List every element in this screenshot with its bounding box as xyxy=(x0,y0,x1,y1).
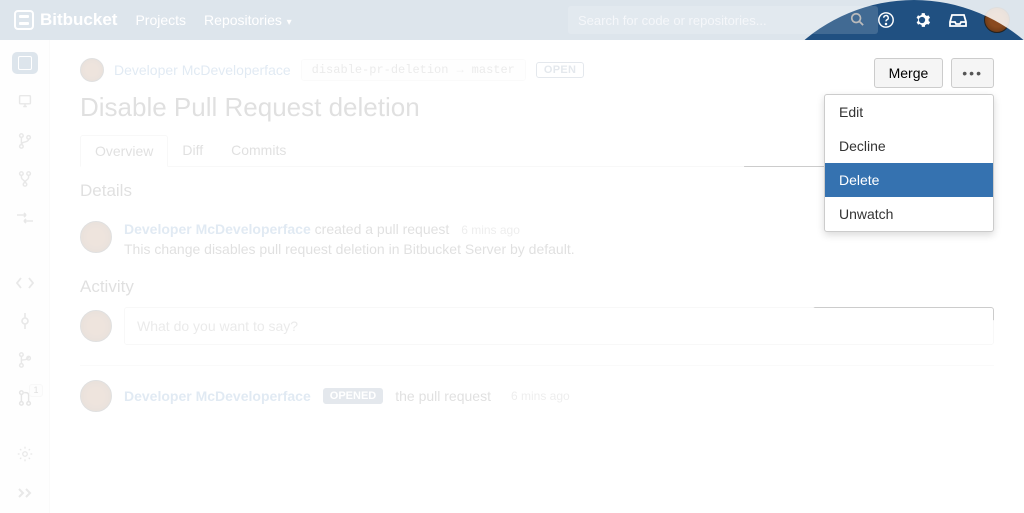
tab-overview[interactable]: Overview xyxy=(80,135,168,167)
search-icon[interactable] xyxy=(850,12,864,29)
target-branch: master xyxy=(472,63,515,77)
menu-item-edit[interactable]: Edit xyxy=(825,95,993,129)
menu-item-decline[interactable]: Decline xyxy=(825,129,993,163)
details-time: 6 mins ago xyxy=(461,223,520,237)
details-action-text: created a pull request xyxy=(315,221,450,237)
tab-commits[interactable]: Commits xyxy=(217,135,300,166)
comment-input[interactable] xyxy=(124,307,994,345)
menu-item-delete[interactable]: Delete xyxy=(825,163,993,197)
sidebar-commits-icon[interactable] xyxy=(13,311,37,331)
source-branch: disable-pr-deletion xyxy=(312,63,449,77)
app-logo[interactable]: Bitbucket xyxy=(14,10,117,30)
sidebar: 1 xyxy=(0,40,50,513)
menu-item-unwatch[interactable]: Unwatch xyxy=(825,197,993,231)
merge-button[interactable]: Merge xyxy=(874,58,944,88)
gear-icon[interactable] xyxy=(912,10,932,30)
activity-heading: Activity xyxy=(80,277,994,297)
nav-repositories[interactable]: Repositories ▾ xyxy=(204,12,292,28)
more-actions-menu: Edit Decline Delete Unwatch xyxy=(824,94,994,232)
comment-avatar xyxy=(80,310,112,342)
brand-text: Bitbucket xyxy=(40,10,117,30)
status-badge: OPEN xyxy=(536,62,584,78)
sidebar-compare-icon[interactable] xyxy=(13,207,37,227)
activity-time: 6 mins ago xyxy=(511,389,570,403)
tray-icon[interactable] xyxy=(948,10,968,30)
sidebar-repo-icon[interactable] xyxy=(12,52,38,74)
more-actions-button[interactable]: ••• xyxy=(951,58,994,88)
details-avatar xyxy=(80,221,112,253)
sidebar-pullrequests-icon[interactable]: 1 xyxy=(13,388,37,408)
activity-author-link[interactable]: Developer McDeveloperface xyxy=(124,388,311,404)
bitbucket-icon xyxy=(14,10,34,30)
chevron-down-icon: ▾ xyxy=(284,17,292,28)
arrow-right-icon: → xyxy=(456,63,463,77)
sidebar-branch-icon[interactable] xyxy=(13,131,37,151)
activity-avatar xyxy=(80,380,112,412)
activity-suffix: the pull request xyxy=(395,388,491,404)
pr-count-badge: 1 xyxy=(29,384,42,397)
details-author-link[interactable]: Developer McDeveloperface xyxy=(124,221,311,237)
sidebar-branches-icon[interactable] xyxy=(13,349,37,369)
author-avatar xyxy=(80,58,104,82)
tab-diff[interactable]: Diff xyxy=(168,135,217,166)
author-link[interactable]: Developer McDeveloperface xyxy=(114,62,291,78)
opened-lozenge: OPENED xyxy=(323,388,383,404)
sidebar-clone-icon[interactable] xyxy=(13,92,37,112)
help-icon[interactable] xyxy=(876,10,896,30)
search-input[interactable] xyxy=(568,6,878,34)
pr-description: This change disables pull request deleti… xyxy=(124,241,994,257)
separator xyxy=(80,365,994,366)
nav-projects[interactable]: Projects xyxy=(135,12,186,28)
sidebar-fork-icon[interactable] xyxy=(13,169,37,189)
details-heading: Details xyxy=(80,181,132,201)
sidebar-source-icon[interactable] xyxy=(13,272,37,292)
sidebar-expand-icon[interactable] xyxy=(13,483,37,503)
sidebar-settings-icon[interactable] xyxy=(13,444,37,464)
branch-info: disable-pr-deletion → master xyxy=(301,59,526,81)
user-avatar[interactable] xyxy=(984,7,1010,33)
